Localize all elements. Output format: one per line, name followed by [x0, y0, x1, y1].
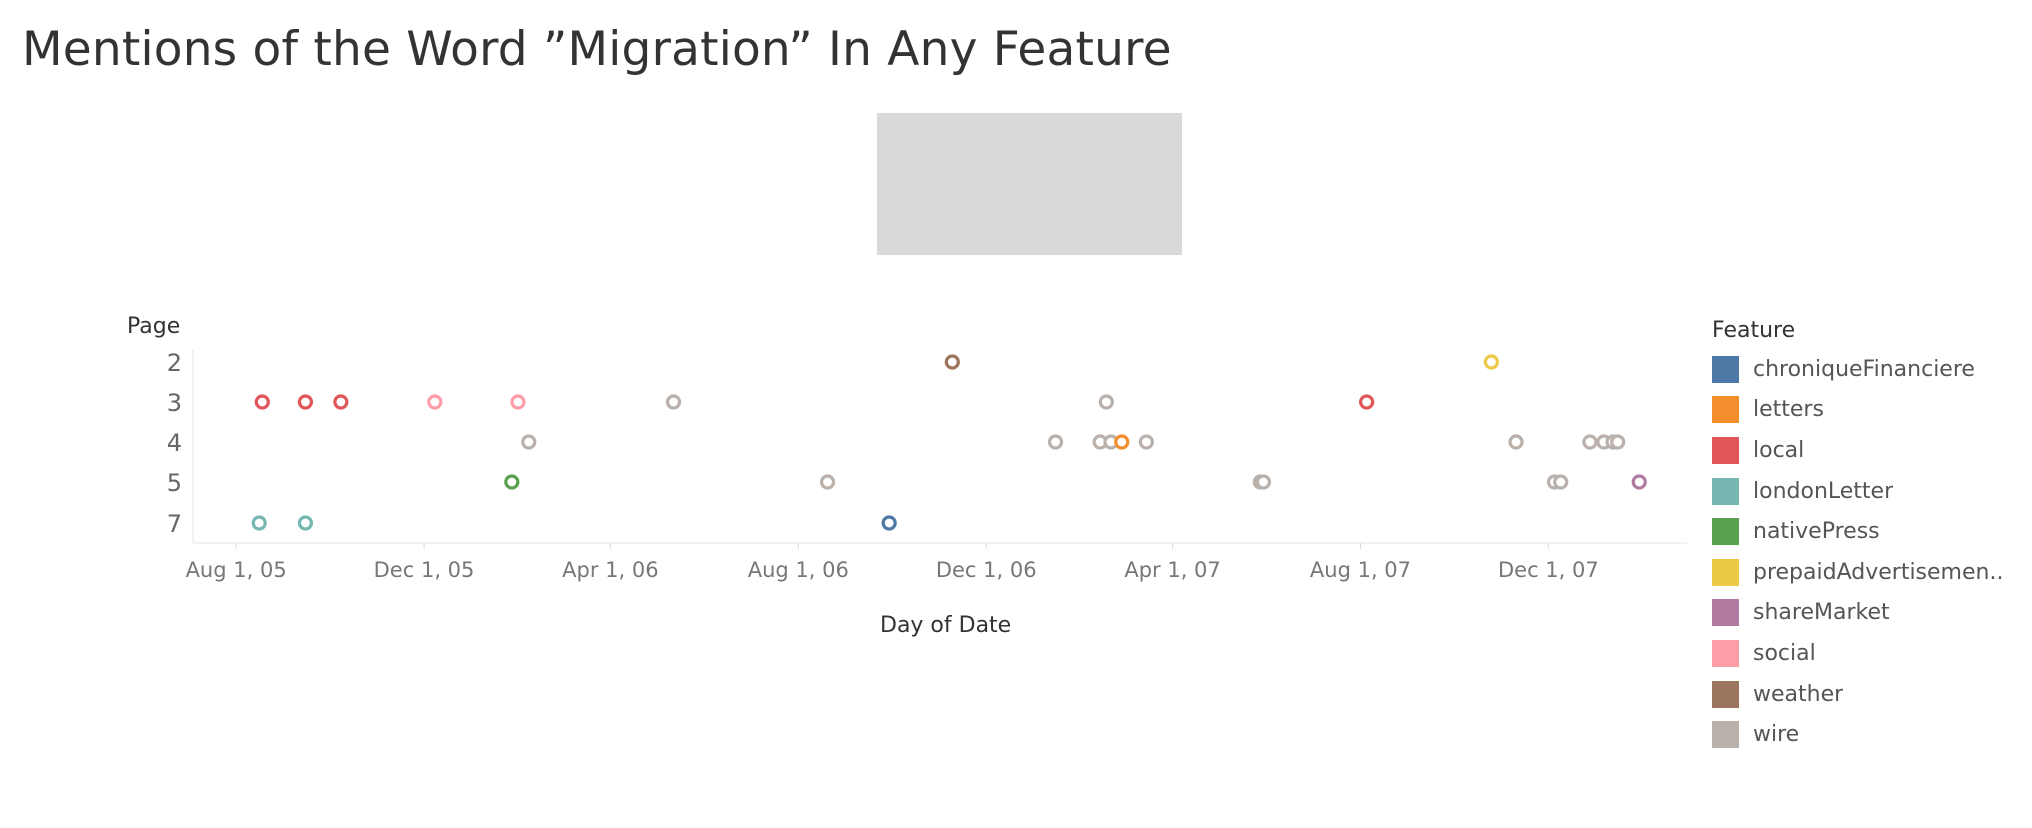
- data-point: [504, 474, 520, 490]
- data-point: [1047, 434, 1064, 450]
- legend-item[interactable]: londonLetter: [1712, 471, 2022, 512]
- data-point: [1483, 354, 1499, 370]
- x-tick-label: Dec 1, 06: [936, 558, 1037, 582]
- legend-label: chroniqueFinanciere: [1753, 356, 1975, 382]
- data-point: [819, 474, 836, 490]
- data-point: [1138, 434, 1154, 450]
- data-point: [881, 515, 897, 531]
- x-tick-label: Dec 1, 07: [1498, 558, 1599, 582]
- legend-swatch: [1712, 558, 1739, 586]
- legend-item[interactable]: prepaidAdvertisemen..: [1712, 552, 2022, 593]
- legend-swatch: [1712, 639, 1739, 667]
- data-point: [251, 515, 267, 531]
- legend-title: Feature: [1712, 318, 1796, 343]
- y-tick-label: 7: [167, 510, 182, 538]
- data-point: [1508, 434, 1524, 450]
- data-point: [427, 394, 443, 410]
- data-point: [1553, 474, 1569, 490]
- legend-label: nativePress: [1753, 519, 1880, 545]
- data-point: [1114, 434, 1130, 450]
- y-tick-label: 2: [167, 349, 182, 377]
- data-point: [510, 394, 526, 410]
- legend-item[interactable]: wire: [1712, 714, 2022, 755]
- data-point: [944, 354, 960, 370]
- legend-swatch: [1712, 355, 1739, 383]
- legend-item[interactable]: shareMarket: [1712, 593, 2022, 634]
- legend-item[interactable]: social: [1712, 633, 2022, 674]
- data-point: [665, 394, 682, 410]
- data-point: [254, 394, 270, 410]
- legend-swatch: [1712, 518, 1739, 546]
- data-point: [521, 434, 537, 450]
- legend-item[interactable]: chroniqueFinanciere: [1712, 349, 2022, 390]
- legend-label: shareMarket: [1753, 600, 1890, 626]
- legend-label: social: [1753, 640, 1816, 666]
- y-tick-label: 4: [167, 429, 182, 457]
- legend-label: prepaidAdvertisemen..: [1753, 559, 2004, 585]
- data-point: [1359, 394, 1375, 410]
- data-point: [1610, 434, 1626, 450]
- legend-label: local: [1753, 437, 1805, 463]
- y-tick-label: 5: [167, 469, 182, 497]
- legend-item[interactable]: weather: [1712, 674, 2022, 715]
- legend-item[interactable]: letters: [1712, 390, 2022, 431]
- x-tick-label: Apr 1, 07: [1124, 558, 1220, 582]
- legend-item[interactable]: nativePress: [1712, 511, 2022, 552]
- data-point: [333, 394, 349, 410]
- legend: Feature chroniqueFinanciere letters local l…: [1712, 318, 2022, 755]
- data-point: [1255, 474, 1272, 490]
- data-point: [1631, 474, 1647, 490]
- x-tick-label: Apr 1, 06: [562, 558, 658, 582]
- data-point: [297, 515, 314, 531]
- x-tick-label: Dec 1, 05: [374, 558, 475, 582]
- data-point: [297, 394, 314, 410]
- legend-label: weather: [1753, 681, 1844, 707]
- legend-label: letters: [1753, 397, 1824, 423]
- legend-item[interactable]: local: [1712, 430, 2022, 471]
- legend-items: chroniqueFinanciere letters local londonLet…: [1712, 349, 2022, 755]
- legend-label: wire: [1753, 722, 1800, 748]
- legend-swatch: [1712, 436, 1739, 464]
- legend-label: londonLetter: [1753, 478, 1894, 504]
- y-tick-label: 3: [167, 389, 182, 417]
- x-tick-label: Aug 1, 07: [1310, 558, 1411, 582]
- data-point: [1582, 434, 1598, 450]
- legend-swatch: [1712, 396, 1739, 424]
- x-tick-label: Aug 1, 05: [186, 558, 287, 582]
- legend-swatch: [1712, 721, 1739, 749]
- legend-swatch: [1712, 680, 1739, 708]
- legend-swatch: [1712, 477, 1739, 505]
- legend-swatch: [1712, 599, 1739, 627]
- x-tick-label: Aug 1, 06: [748, 558, 849, 582]
- data-point: [1098, 394, 1114, 410]
